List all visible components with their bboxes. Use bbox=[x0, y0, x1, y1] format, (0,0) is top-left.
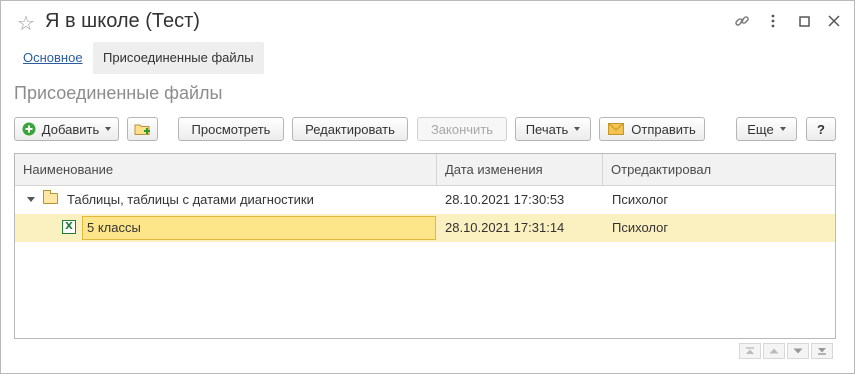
envelope-icon bbox=[608, 123, 625, 135]
more-icon[interactable] bbox=[763, 11, 783, 31]
folder-icon bbox=[43, 190, 58, 204]
scroll-up-button[interactable] bbox=[763, 343, 785, 359]
row-editor: Психолог bbox=[612, 220, 669, 235]
add-button-label: Добавить bbox=[41, 121, 100, 137]
scroll-top-icon bbox=[746, 347, 754, 354]
add-button[interactable]: Добавить bbox=[14, 117, 119, 141]
toolbar: Добавить Просмотреть Редактировать Закон… bbox=[14, 117, 837, 143]
row-editor: Психолог bbox=[612, 192, 669, 207]
view-button[interactable]: Просмотреть bbox=[178, 117, 284, 141]
title-bar: ☆ Я в школе (Тест) bbox=[1, 1, 854, 41]
expand-toggle-icon[interactable] bbox=[27, 197, 35, 202]
window-title: Я в школе (Тест) bbox=[45, 10, 200, 32]
scroll-up-icon bbox=[769, 348, 779, 354]
form-window: ☆ Я в школе (Тест) Основное Присоединенн… bbox=[0, 0, 855, 374]
table-header: Наименование Дата изменения Отредактиров… bbox=[15, 154, 835, 186]
chevron-down-icon bbox=[574, 127, 581, 131]
edit-button[interactable]: Редактировать bbox=[292, 117, 408, 141]
close-icon[interactable] bbox=[824, 11, 844, 31]
column-header-name[interactable]: Наименование bbox=[15, 154, 437, 185]
add-folder-button[interactable] bbox=[127, 117, 158, 141]
send-button[interactable]: Отправить bbox=[599, 117, 705, 141]
row-name[interactable]: 5 классы bbox=[82, 216, 436, 240]
help-button[interactable]: ? bbox=[806, 117, 836, 141]
finish-edit-button[interactable]: Закончить bbox=[417, 117, 507, 141]
star-icon[interactable]: ☆ bbox=[17, 11, 35, 36]
chevron-down-icon bbox=[779, 127, 786, 131]
more-button-label: Еще bbox=[747, 121, 774, 137]
row-date: 28.10.2021 17:30:53 bbox=[445, 192, 565, 207]
link-icon[interactable] bbox=[732, 11, 752, 31]
more-button[interactable]: Еще bbox=[736, 117, 797, 141]
column-header-date[interactable]: Дата изменения bbox=[437, 154, 602, 185]
print-button[interactable]: Печать bbox=[515, 117, 591, 141]
row-date: 28.10.2021 17:31:14 bbox=[445, 220, 565, 235]
scroll-top-button[interactable] bbox=[739, 343, 761, 359]
add-icon bbox=[22, 122, 36, 136]
column-header-editor[interactable]: Отредактировал bbox=[603, 154, 835, 185]
scroll-down-button[interactable] bbox=[787, 343, 809, 359]
tab-main[interactable]: Основное bbox=[13, 42, 93, 74]
print-button-label: Печать bbox=[525, 121, 569, 137]
tab-attached-files[interactable]: Присоединенные файлы bbox=[93, 42, 264, 74]
scroll-down-icon bbox=[793, 348, 803, 354]
scroll-bottom-icon bbox=[818, 348, 826, 355]
table-row-file[interactable]: X 5 классы 28.10.2021 17:31:14 Психолог bbox=[15, 214, 835, 242]
chevron-down-icon bbox=[105, 127, 112, 131]
send-button-label: Отправить bbox=[631, 121, 696, 137]
table-row-folder[interactable]: Таблицы, таблицы с датами диагностики 28… bbox=[15, 186, 835, 214]
section-title: Присоединенные файлы bbox=[14, 83, 223, 103]
excel-file-icon: X bbox=[62, 220, 76, 234]
maximize-icon[interactable] bbox=[794, 11, 814, 31]
attached-files-table: Наименование Дата изменения Отредактиров… bbox=[14, 153, 836, 339]
scroll-bottom-button[interactable] bbox=[811, 343, 833, 359]
add-folder-icon bbox=[134, 124, 150, 135]
row-name: Таблицы, таблицы с датами диагностики bbox=[67, 192, 314, 207]
